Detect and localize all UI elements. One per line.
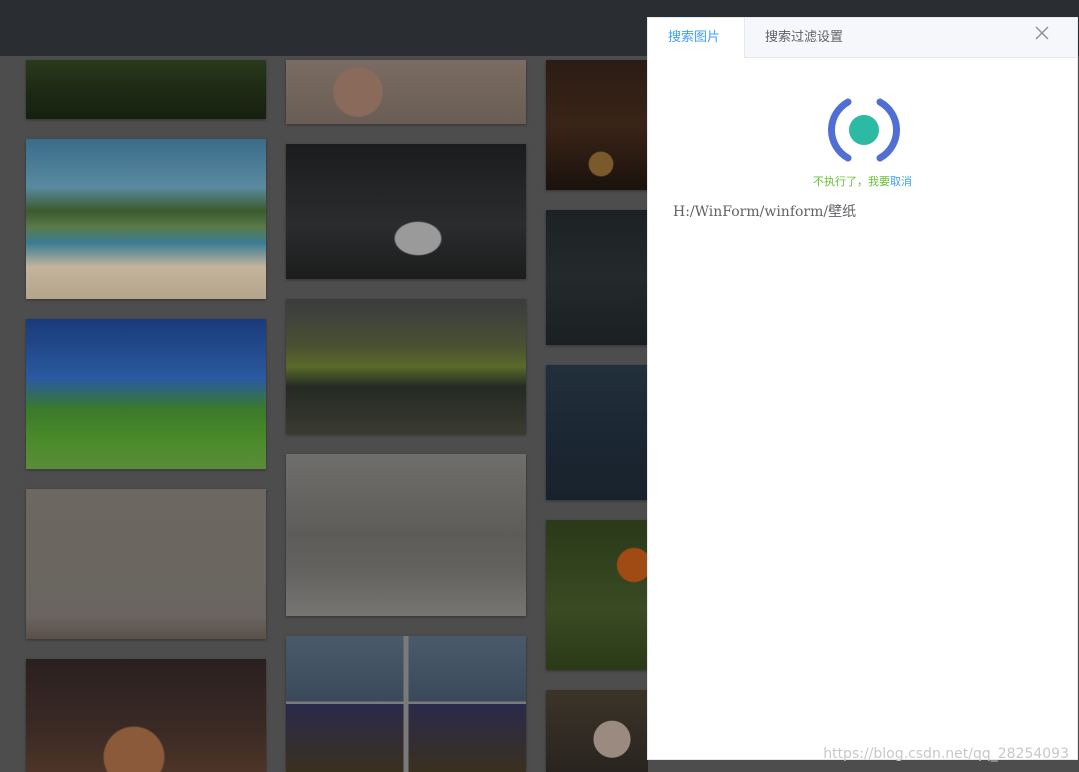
cancel-prompt: 不执行了，我要取消 [648, 173, 1077, 189]
thumbnail-beach[interactable] [26, 139, 266, 299]
image-gallery [0, 56, 648, 772]
thumbnail-calendar-cartoon[interactable] [26, 489, 266, 639]
cancel-link[interactable]: 取消 [890, 175, 912, 188]
tab-bar: 搜索图片 搜索过滤设置 [648, 18, 1077, 58]
thumbnail-sports-car[interactable] [286, 144, 526, 279]
thumbnail-mountain-lake[interactable] [286, 299, 526, 434]
thumbnail-shelf-lantern[interactable] [546, 60, 648, 190]
thumbnail-anime-boy[interactable] [546, 690, 648, 772]
tab-filter-settings[interactable]: 搜索过滤设置 [745, 18, 863, 58]
loading-spinner-icon [828, 98, 900, 162]
thumbnail-floral-painting[interactable] [286, 60, 526, 124]
thumbnail-fashion-model[interactable] [286, 454, 526, 616]
tab-search-images[interactable]: 搜索图片 [648, 18, 745, 58]
thumbnail-game-collage[interactable] [286, 636, 526, 772]
search-drawer: 搜索图片 搜索过滤设置 不执行了，我要取消 H:/WinForm/winform… [647, 17, 1078, 760]
thumbnail-green-hill[interactable] [26, 319, 266, 469]
thumbnail-rainy-water[interactable] [546, 210, 648, 345]
thumbnail-anime-girl[interactable] [26, 659, 266, 772]
thumbnail-forest[interactable] [26, 60, 266, 119]
watermark: https://blog.csdn.net/qq_28254093 [823, 746, 1069, 762]
search-path: H:/WinForm/winform/壁纸 [673, 204, 857, 220]
thumbnail-night-sea[interactable] [546, 365, 648, 500]
close-icon[interactable] [1033, 24, 1051, 42]
cancel-prompt-text: 不执行了，我要 [813, 175, 890, 188]
thumbnail-orange-flower[interactable] [546, 520, 648, 670]
